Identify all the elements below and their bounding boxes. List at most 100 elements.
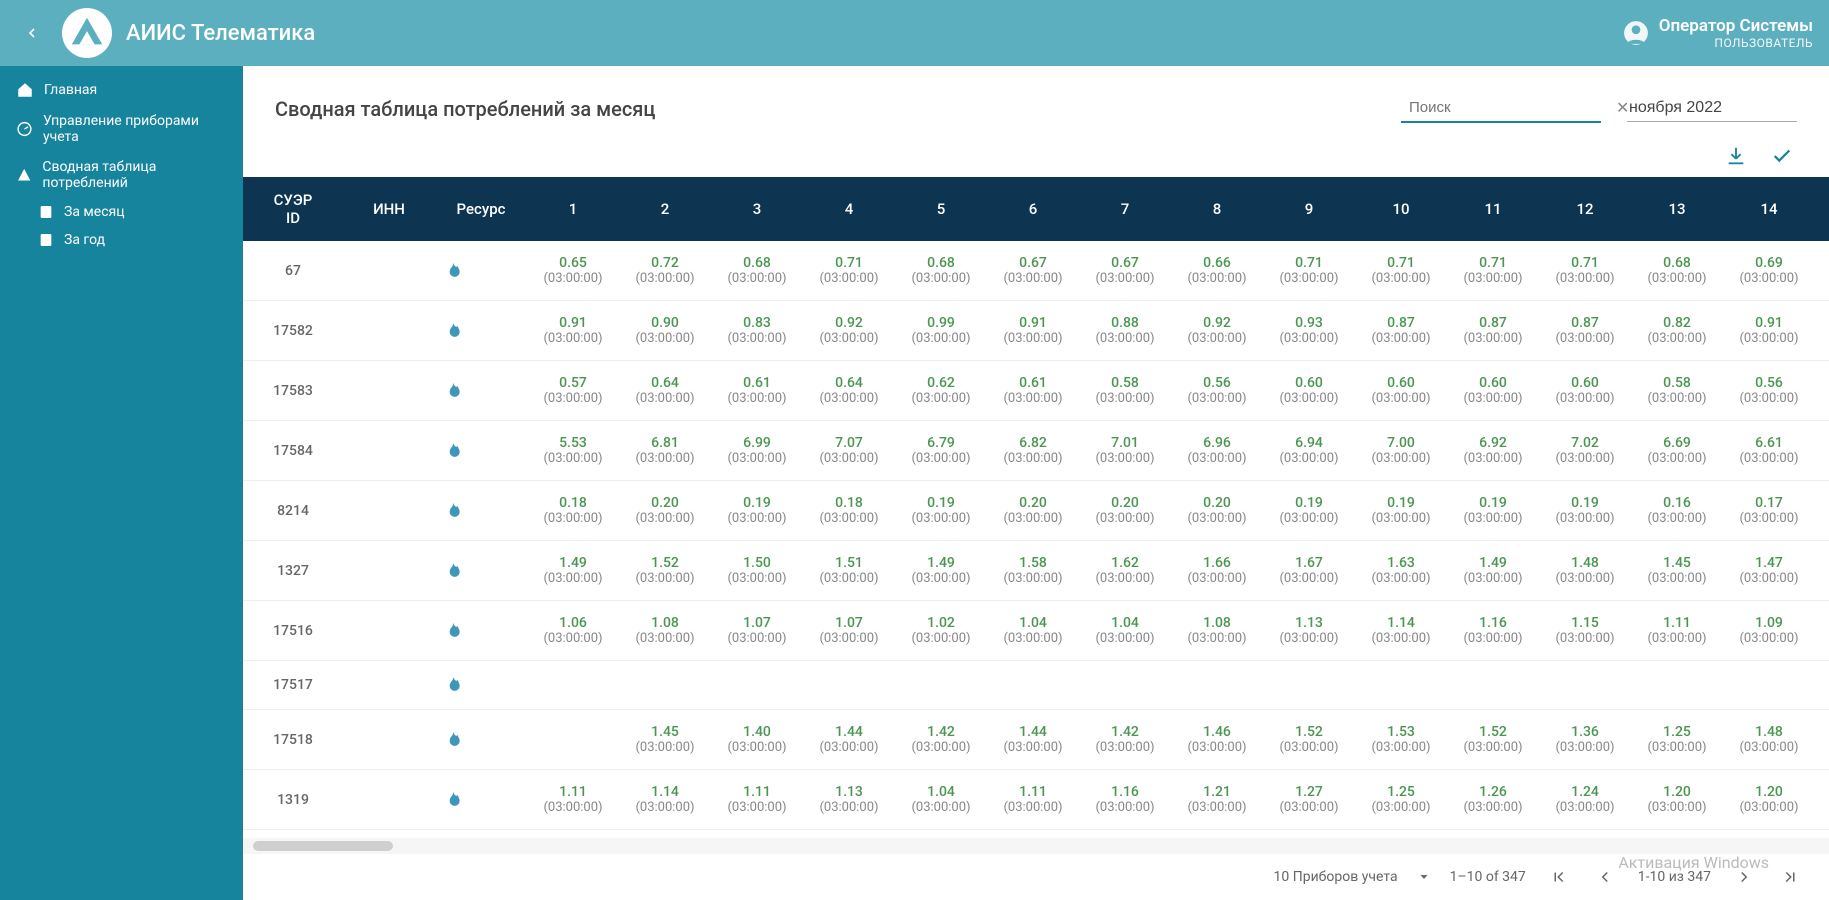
table-row[interactable]: 670.65(03:00:00)0.72(03:00:00)0.68(03:00… bbox=[243, 241, 1829, 301]
resource-icon bbox=[435, 770, 527, 830]
cell-value: 0.64(03:00:00) bbox=[803, 361, 895, 421]
table-row[interactable]: 175845.53(03:00:00)6.81(03:00:00)6.99(03… bbox=[243, 421, 1829, 481]
page-size[interactable]: 10 Приборов учета bbox=[1274, 869, 1398, 885]
chevron-down-icon[interactable] bbox=[1418, 871, 1430, 883]
cell-value: 0.8(03:00:00) bbox=[1815, 241, 1829, 301]
cell-value bbox=[1539, 661, 1631, 710]
column-header[interactable]: 4 bbox=[803, 177, 895, 241]
column-header[interactable]: 6 bbox=[987, 177, 1079, 241]
column-header[interactable]: СУЭРID bbox=[243, 177, 343, 241]
cell-value: 1.62(03:00:00) bbox=[1079, 541, 1171, 601]
cell-value: 0.19(03:00:00) bbox=[1355, 481, 1447, 541]
last-page-button[interactable] bbox=[1777, 864, 1803, 890]
column-header[interactable]: 8 bbox=[1171, 177, 1263, 241]
column-header[interactable]: 15 bbox=[1815, 177, 1829, 241]
column-header[interactable]: 10 bbox=[1355, 177, 1447, 241]
consumption-table: СУЭРIDИННРесурс123456789101112131415 670… bbox=[243, 177, 1829, 830]
cell-value: 6.92(03:00:00) bbox=[1447, 421, 1539, 481]
cell-value: 1.15(03:00:00) bbox=[1539, 601, 1631, 661]
user-area[interactable]: Оператор Системы ПОЛЬЗОВАТЕЛЬ bbox=[1623, 16, 1813, 50]
sidebar-item-home[interactable]: Главная bbox=[0, 74, 243, 106]
cell-inn bbox=[343, 361, 435, 421]
table-row[interactable]: 82140.18(03:00:00)0.20(03:00:00)0.19(03:… bbox=[243, 481, 1829, 541]
cell-value: 1.44(03:00:00) bbox=[803, 710, 895, 770]
resource-icon bbox=[435, 361, 527, 421]
cell-value: 0.90(03:00:00) bbox=[619, 301, 711, 361]
sidebar-item-monthly[interactable]: За месяц bbox=[0, 198, 243, 226]
table-row[interactable]: 175830.57(03:00:00)0.64(03:00:00)0.61(03… bbox=[243, 361, 1829, 421]
cell-value bbox=[803, 661, 895, 710]
column-header[interactable]: 13 bbox=[1631, 177, 1723, 241]
cell-value: 0.68(03:00:00) bbox=[895, 241, 987, 301]
cell-value: 1.52(03:00:00) bbox=[1447, 710, 1539, 770]
cell-value: 0.62(03:00:00) bbox=[895, 361, 987, 421]
table-row[interactable]: 175181.45(03:00:00)1.40(03:00:00)1.44(03… bbox=[243, 710, 1829, 770]
sidebar-item-devices[interactable]: Управление приборами учета bbox=[0, 106, 243, 152]
column-header[interactable]: ИНН bbox=[343, 177, 435, 241]
first-page-button[interactable] bbox=[1546, 864, 1572, 890]
column-header[interactable]: 9 bbox=[1263, 177, 1355, 241]
next-page-button[interactable] bbox=[1731, 864, 1757, 890]
cell-value: 1.46(03:00:00) bbox=[1171, 710, 1263, 770]
cell-inn bbox=[343, 601, 435, 661]
column-header[interactable]: Ресурс bbox=[435, 177, 527, 241]
cell-value: 1.21(03:00:00) bbox=[1171, 770, 1263, 830]
cell-value: 1.44(03:00:00) bbox=[987, 710, 1079, 770]
cell-id: 17583 bbox=[243, 361, 343, 421]
cell-value: 6.94(03:00:00) bbox=[1263, 421, 1355, 481]
table-row[interactable]: 175820.91(03:00:00)0.90(03:00:00)0.83(03… bbox=[243, 301, 1829, 361]
horizontal-scrollbar[interactable] bbox=[243, 838, 1829, 854]
cell-value bbox=[987, 661, 1079, 710]
column-header[interactable]: 11 bbox=[1447, 177, 1539, 241]
sidebar-item-yearly[interactable]: За год bbox=[0, 226, 243, 254]
resource-icon bbox=[435, 661, 527, 710]
column-header[interactable]: 3 bbox=[711, 177, 803, 241]
cell-value: 1.04(03:00:00) bbox=[1079, 601, 1171, 661]
cell-value bbox=[527, 710, 619, 770]
cell-value: 1.47(03:00:00) bbox=[1723, 541, 1815, 601]
cell-value: 0.71(03:00:00) bbox=[803, 241, 895, 301]
cell-value: 1.11(03:00:00) bbox=[527, 770, 619, 830]
cell-value: 1.04(03:00:00) bbox=[895, 770, 987, 830]
back-button[interactable] bbox=[16, 17, 48, 49]
table-wrap[interactable]: СУЭРIDИННРесурс123456789101112131415 670… bbox=[243, 177, 1829, 838]
sidebar-item-label: Главная bbox=[44, 82, 97, 98]
cell-value: 0.71(03:00:00) bbox=[1447, 241, 1539, 301]
cell-value: 0.88(03:00:00) bbox=[1079, 301, 1171, 361]
cell-value: 1.42(03:00:00) bbox=[895, 710, 987, 770]
search-input[interactable] bbox=[1409, 96, 1608, 119]
cell-value: 0.56(03:00:00) bbox=[1171, 361, 1263, 421]
cell-id: 8214 bbox=[243, 481, 343, 541]
prev-page-button[interactable] bbox=[1592, 864, 1618, 890]
cell-value bbox=[1263, 661, 1355, 710]
column-header[interactable]: 12 bbox=[1539, 177, 1631, 241]
cell-value: 1.20(03:00:00) bbox=[1723, 770, 1815, 830]
cell-value: 0.68(03:00:00) bbox=[711, 241, 803, 301]
sidebar-item-label: Сводная таблица потреблений bbox=[42, 159, 227, 191]
column-header[interactable]: 14 bbox=[1723, 177, 1815, 241]
download-button[interactable] bbox=[1725, 145, 1747, 167]
column-header[interactable]: 2 bbox=[619, 177, 711, 241]
cell-value: 0.93(03:00:00) bbox=[1263, 301, 1355, 361]
cell-value: 6.61(03:00:00) bbox=[1723, 421, 1815, 481]
sidebar-item-summary[interactable]: Сводная таблица потреблений bbox=[0, 152, 243, 198]
cell-value bbox=[1631, 661, 1723, 710]
cell-value: 1.09(03:00:00) bbox=[1723, 601, 1815, 661]
cell-value: 1.07(03:00:00) bbox=[711, 601, 803, 661]
table-row[interactable]: 13271.49(03:00:00)1.52(03:00:00)1.50(03:… bbox=[243, 541, 1829, 601]
logo bbox=[62, 8, 112, 58]
cell-value: 6.69(03:00:00) bbox=[1631, 421, 1723, 481]
table-row[interactable]: 13191.11(03:00:00)1.14(03:00:00)1.11(03:… bbox=[243, 770, 1829, 830]
confirm-button[interactable] bbox=[1771, 145, 1793, 167]
column-header[interactable]: 7 bbox=[1079, 177, 1171, 241]
cell-inn bbox=[343, 661, 435, 710]
table-row[interactable]: 17517 bbox=[243, 661, 1829, 710]
month-input[interactable] bbox=[1627, 95, 1797, 122]
user-name: Оператор Системы bbox=[1659, 16, 1813, 36]
cell-value: 1.66(03:00:00) bbox=[1171, 541, 1263, 601]
table-row[interactable]: 175161.06(03:00:00)1.08(03:00:00)1.07(03… bbox=[243, 601, 1829, 661]
column-header[interactable]: 1 bbox=[527, 177, 619, 241]
action-bar bbox=[243, 137, 1829, 177]
cell-value: 1.24(03:00:00) bbox=[1539, 770, 1631, 830]
column-header[interactable]: 5 bbox=[895, 177, 987, 241]
